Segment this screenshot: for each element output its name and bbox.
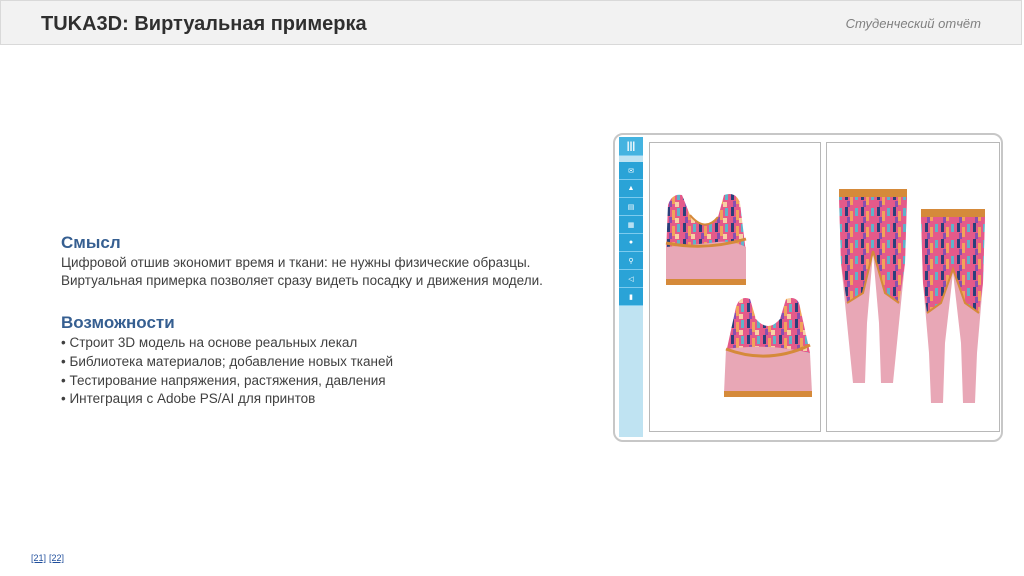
feature-item: • Строит 3D модель на основе реальных ле… [61, 335, 358, 350]
side-toolbar: ||| ✉ ▲ ▤ ▦ ● ⚲ ◁ ▮ [619, 137, 643, 437]
leggings-back-view [921, 209, 985, 403]
app-window: ||| ✉ ▲ ▤ ▦ ● ⚲ ◁ ▮ [613, 133, 1003, 442]
page-subtitle: Студенческий отчёт [845, 16, 981, 31]
clipboard-icon[interactable]: ▦ [619, 216, 643, 234]
page-title: TUKA3D: Виртуальная примерка [41, 13, 367, 35]
search-icon[interactable]: ⚲ [619, 252, 643, 270]
meaning-heading: Смысл [61, 233, 121, 252]
mail-icon[interactable]: ✉ [619, 162, 643, 180]
reference-link-21[interactable]: [21] [31, 553, 46, 563]
reference-link-22[interactable]: [22] [49, 553, 64, 563]
share-icon[interactable]: ◁ [619, 270, 643, 288]
feature-item: • Интеграция с Adobe PS/AI для принтов [61, 391, 316, 406]
settings-icon[interactable]: ● [619, 234, 643, 252]
person-icon[interactable]: ▲ [619, 180, 643, 198]
document-icon[interactable]: ▤ [619, 198, 643, 216]
header-bar: TUKA3D: Виртуальная примерка Студенчески… [0, 0, 1022, 45]
feature-item: • Библиотека материалов; добавление новы… [61, 354, 393, 369]
feature-item: • Тестирование напряжения, растяжения, д… [61, 373, 386, 388]
footer-references: [21] [22] [31, 553, 67, 563]
leggings-front-view [839, 189, 907, 383]
garment-preview-tops [665, 194, 812, 397]
meaning-line: Цифровой отшив экономит время и ткани: н… [61, 255, 531, 270]
viewport-tops[interactable] [649, 142, 821, 432]
chart-icon[interactable]: ▮ [619, 288, 643, 306]
features-heading: Возможности [61, 313, 175, 332]
meaning-line: Виртуальная примерка позволяет сразу вид… [61, 273, 543, 288]
bra-back-view [724, 298, 812, 397]
garment-preview-bottoms [839, 189, 985, 403]
bra-front-view [665, 194, 747, 285]
viewport-bottoms[interactable] [826, 142, 1000, 432]
menu-icon[interactable]: ||| [619, 137, 643, 156]
